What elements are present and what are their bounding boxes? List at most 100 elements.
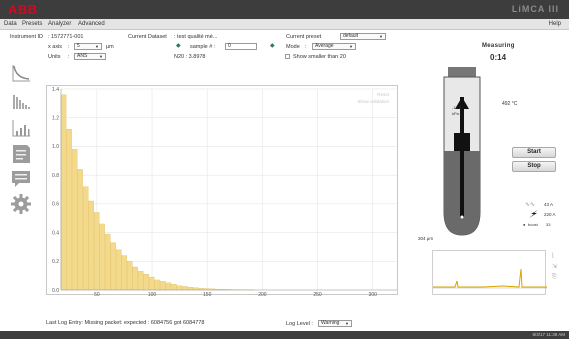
x-axis-select[interactable]: 5 ▼ — [74, 43, 102, 50]
trace-zoom-icon[interactable]: ⇲ — [552, 263, 557, 270]
title-bar: ABB LiMCA III — [0, 0, 569, 19]
menu-presets[interactable]: Presets — [22, 21, 42, 27]
histogram-bar — [71, 149, 78, 291]
chevron-down-icon: ▼ — [95, 44, 99, 49]
current-preset-label: Current preset — [286, 34, 322, 40]
timer: 0:14 — [490, 53, 507, 62]
histogram-bar — [143, 274, 150, 291]
log-level-select[interactable]: Warning ▼ — [318, 320, 352, 327]
clock: 8/3/17 11:38 AM — [532, 332, 565, 337]
n20-value: N20 : 3.8978 — [174, 54, 206, 60]
histogram-bar — [132, 266, 138, 291]
sample-label: sample # : — [190, 44, 216, 50]
preset-select[interactable]: default ▼ — [340, 33, 386, 40]
chevron-down-icon: ▼ — [345, 321, 349, 326]
report-icon[interactable] — [10, 143, 32, 165]
menu-help[interactable]: Help — [549, 21, 561, 27]
log-message-icon[interactable] — [10, 168, 32, 190]
y-tick-label: 1.0 — [52, 144, 59, 150]
histogram-bar — [99, 223, 105, 291]
chevron-down-icon: ▼ — [379, 34, 383, 39]
stop-button[interactable]: Stop — [512, 161, 556, 172]
menu-data[interactable]: Data — [4, 21, 17, 27]
histogram-svg: 0.0 0.2 0.4 0.6 0.8 1.0 1.2 1.4 50 100 150 200 250 30… — [52, 87, 397, 298]
trace-view-icon[interactable]: ⌊ — [552, 252, 554, 259]
histogram-bar — [121, 255, 127, 291]
temperature-readout: 492 °C — [502, 101, 518, 107]
log-level-label: Log Level : — [286, 321, 313, 327]
x-tick-label: 300 — [369, 292, 378, 296]
histogram-bar — [149, 276, 155, 291]
y-tick-label: 0.2 — [52, 259, 59, 265]
trace-export-icon[interactable]: ⎘ — [552, 274, 557, 281]
histogram-bar — [171, 284, 177, 291]
units-label: Units — [48, 54, 61, 60]
menu-bar: Data Presets Analyzer Advanced Help — [0, 19, 569, 30]
pressure-value: -17.5 — [452, 105, 462, 110]
app-title: LiMCA III — [511, 4, 559, 14]
y-tick-label: 1.4 — [52, 87, 59, 93]
mode-select[interactable]: Average ▼ — [312, 43, 356, 50]
sample-prev-icon[interactable]: ◆ — [176, 42, 181, 49]
histogram-bar — [93, 212, 100, 291]
current-1: 43 A — [544, 202, 554, 207]
current-dataset-label: Current Dataset — [128, 34, 167, 40]
histogram-bar — [187, 286, 194, 291]
x-axis-label: x axis — [48, 44, 63, 50]
histogram-bar — [176, 285, 183, 291]
settings-gear-icon[interactable] — [10, 193, 32, 215]
histogram-bar — [116, 249, 122, 291]
histogram-bar — [82, 186, 89, 291]
status-bar: Last Log Entry: Missing packet: expected… — [0, 315, 569, 331]
x-tick-label: 200 — [258, 292, 267, 296]
pressure-unit: kPa — [452, 111, 459, 116]
histogram-bar — [182, 286, 188, 291]
histogram-bar — [154, 279, 161, 291]
histogram-bar — [193, 287, 199, 291]
distribution-curve-icon[interactable] — [10, 62, 32, 84]
sample-input[interactable]: 0 — [225, 43, 257, 50]
wave-icon: ∿∿ — [525, 202, 536, 208]
abb-logo: ABB — [8, 2, 38, 17]
instrument-id-label: Instrument ID — [10, 34, 44, 40]
y-tick-label: 0.4 — [52, 230, 59, 236]
current-2: 220 A — [544, 212, 556, 217]
probe-tube-icon — [443, 67, 481, 236]
show-smaller-checkbox[interactable] — [285, 54, 290, 59]
menu-analyzer[interactable]: Analyzer — [48, 21, 71, 27]
histogram-bar — [138, 271, 144, 291]
reset-link[interactable]: Reset — [377, 92, 389, 97]
units-select[interactable]: ANS ▼ — [74, 53, 106, 60]
x-tick-label: 150 — [203, 292, 212, 296]
start-button[interactable]: Start — [512, 147, 556, 158]
histogram-bar — [66, 129, 72, 291]
histogram-bar — [127, 261, 133, 291]
depth-readout: 304 μm — [418, 236, 434, 241]
histogram-bar — [165, 282, 172, 291]
histogram-bar — [160, 281, 166, 291]
lightning-icon — [529, 210, 538, 218]
show-smaller-label: Show smaller than 20 — [293, 54, 346, 60]
x-tick-label: 50 — [94, 292, 100, 296]
y-tick-label: 0.8 — [52, 173, 59, 179]
measurement-panel: Measuring 0:14 -17.5 kPa 492 °C 304 μm S… — [418, 43, 565, 248]
current-dataset-value: : test qualité mé... — [174, 34, 218, 40]
taskbar: 8/3/17 11:38 AM — [0, 331, 569, 339]
chevron-down-icon: ▼ — [99, 54, 103, 59]
sample-next-icon[interactable]: ◆ — [270, 42, 275, 49]
histogram-icon[interactable] — [10, 90, 32, 112]
bar-chart-icon[interactable] — [10, 117, 32, 139]
last-log-entry: Last Log Entry: Missing packet: expected… — [46, 320, 205, 326]
histogram-bar — [110, 242, 116, 291]
histogram-bar — [88, 200, 94, 291]
boost-label: boost — [528, 222, 538, 227]
show-validation-link[interactable]: Show validation — [357, 99, 389, 104]
x-axis-unit: μm — [106, 44, 114, 50]
instrument-id-value: : 1572771-001 — [48, 34, 84, 40]
x-tick-label: 250 — [313, 292, 322, 296]
menu-advanced[interactable]: Advanced — [78, 21, 105, 27]
histogram-chart: 0.0 0.2 0.4 0.6 0.8 1.0 1.2 1.4 50 100 150 200 250 30… — [46, 85, 398, 298]
boost-value: 33 — [546, 222, 551, 227]
boost-icon: ● — [523, 222, 526, 227]
y-tick-label: 0.6 — [52, 202, 59, 208]
